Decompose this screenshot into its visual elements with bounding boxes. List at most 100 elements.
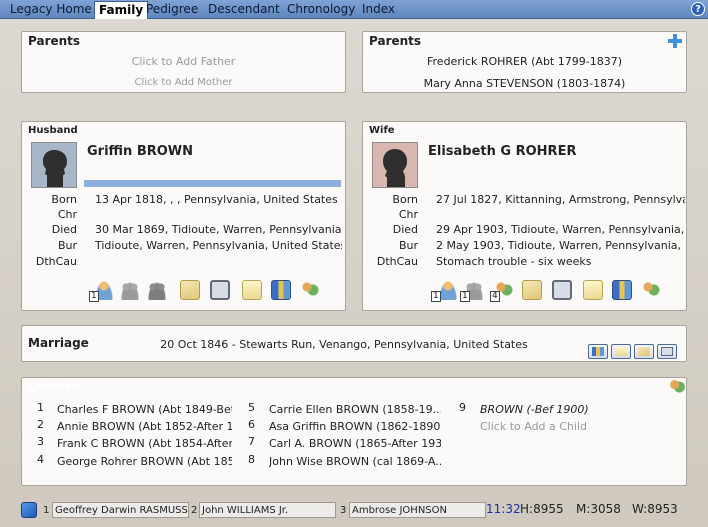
husband-died-value[interactable]: 30 Mar 1869, Tidioute, Warren, Pennsylva…	[95, 223, 342, 236]
notes-icon	[638, 347, 650, 356]
status-bar: 1 Geoffrey Darwin RASMUSSEN 2 John WILLI…	[0, 500, 708, 522]
tab-bar: Legacy Home Family Pedigree Descendant C…	[0, 0, 708, 19]
husband-born-value[interactable]: 13 Apr 1818, , , Pennsylvania, United St…	[95, 193, 342, 206]
marriage-notes-button[interactable]	[634, 344, 654, 359]
status-wife-rin: W:8953	[632, 502, 678, 516]
status-time: 11:32	[486, 502, 521, 516]
wife-dthcau-label: DthCau	[376, 255, 418, 268]
status-husband-rin: H:8955	[520, 502, 564, 516]
female-silhouette-icon	[383, 149, 407, 187]
wife-born-value[interactable]: 27 Jul 1827, Kittanning, Armstrong, Penn…	[436, 193, 685, 206]
wife-parents-count: 1	[431, 291, 441, 302]
husband-parents-panel: Parents Click to Add Father Click to Add…	[21, 31, 346, 93]
marriage-picture-button[interactable]	[657, 344, 677, 359]
wife-title: Wife	[369, 125, 395, 136]
wife-panel: Wife Elisabeth G ROHRER Born 27 Jul 1827…	[362, 121, 687, 311]
child-num: 2	[37, 418, 44, 431]
wife-bur-label: Bur	[398, 239, 418, 252]
picture-icon[interactable]	[210, 280, 230, 300]
children-people-icon[interactable]	[669, 379, 685, 395]
husband-parents-title: Parents	[28, 34, 81, 48]
child-item[interactable]: George Rohrer BROWN (Abt 1856	[57, 455, 232, 468]
child-item[interactable]: John Wise BROWN (cal 1869-A...	[269, 455, 441, 468]
status-slot-1[interactable]: Geoffrey Darwin RASMUSSEN	[52, 502, 189, 518]
husband-panel: Husband Griffin BROWN Born 13 Apr 1818, …	[21, 121, 346, 311]
parents-icon[interactable]	[438, 280, 458, 300]
children-title: Children	[28, 380, 81, 393]
add-mother-link[interactable]: Click to Add Mother	[22, 77, 345, 88]
child-num: 5	[248, 401, 255, 414]
picture-icon[interactable]	[552, 280, 572, 300]
wife-parents-panel: Parents Frederick ROHRER (Abt 1799-1837)…	[362, 31, 687, 93]
slot2-number: 2	[191, 505, 198, 516]
add-father-link[interactable]: Click to Add Father	[22, 55, 345, 68]
add-parents-plus-icon[interactable]	[668, 34, 682, 48]
sources-icon[interactable]	[271, 280, 291, 300]
bookmark-book-icon[interactable]	[21, 502, 37, 518]
husband-bur-label: Bur	[57, 239, 77, 252]
siblings-icon[interactable]	[147, 280, 167, 300]
child-item[interactable]: Asa Griffin BROWN (1862-1890)	[269, 420, 441, 433]
wife-died-label: Died	[392, 223, 418, 236]
child-item[interactable]: Annie BROWN (Abt 1852-After 19	[57, 420, 232, 433]
child-item[interactable]: Frank C BROWN (Abt 1854-After 1	[57, 437, 232, 450]
husband-bur-value[interactable]: Tidioute, Warren, Pennsylvania, United S…	[95, 239, 342, 252]
child-num: 4	[37, 453, 44, 466]
child-item[interactable]: Charles F BROWN (Abt 1849-Bet	[57, 403, 232, 416]
wife-avatar[interactable]	[372, 142, 418, 188]
wife-parents-title: Parents	[369, 34, 422, 48]
child-num: 8	[248, 453, 255, 466]
wife-born-label: Born	[392, 193, 418, 206]
edit-icon[interactable]	[583, 280, 603, 300]
marriage-panel: Marriage 20 Oct 1846 - Stewarts Run, Ven…	[21, 325, 687, 362]
marriage-edit-button[interactable]	[611, 344, 631, 359]
wife-spouses-count: 1	[460, 291, 470, 302]
husband-title: Husband	[28, 125, 78, 136]
wife-father-link[interactable]: Frederick ROHRER (Abt 1799-1837)	[363, 55, 686, 68]
child-num: 7	[248, 435, 255, 448]
wife-died-value[interactable]: 29 Apr 1903, Tidioute, Warren, Pennsylva…	[436, 223, 685, 236]
husband-chr-label: Chr	[57, 208, 77, 221]
husband-parents-count: 1	[89, 291, 99, 302]
wife-mother-link[interactable]: Mary Anna STEVENSON (1803-1874)	[363, 77, 686, 90]
status-slot-2[interactable]: John WILLIAMS Jr.	[199, 502, 336, 518]
child-num: 9	[459, 401, 466, 414]
husband-born-label: Born	[51, 193, 77, 206]
sources-icon[interactable]	[612, 280, 632, 300]
tab-index[interactable]: Index	[358, 1, 399, 18]
tab-descendant[interactable]: Descendant	[204, 1, 284, 18]
notes-icon[interactable]	[180, 280, 200, 300]
tab-family[interactable]: Family	[94, 1, 149, 19]
wife-name[interactable]: Elisabeth G ROHRER	[428, 144, 576, 159]
edit-icon[interactable]	[242, 280, 262, 300]
child-item[interactable]: Carrie Ellen BROWN (1858-19...	[269, 403, 441, 416]
marriage-value[interactable]: 20 Oct 1846 - Stewarts Run, Venango, Pen…	[12, 338, 676, 351]
husband-died-label: Died	[51, 223, 77, 236]
husband-selection-bar	[84, 180, 341, 187]
husband-avatar[interactable]	[31, 142, 77, 188]
tab-legacy-home[interactable]: Legacy Home	[6, 1, 96, 18]
child-item[interactable]: Carl A. BROWN (1865-After 193...	[269, 437, 441, 450]
wife-bur-value[interactable]: 2 May 1903, Tidioute, Warren, Pennsylvan…	[436, 239, 685, 252]
notes-icon[interactable]	[522, 280, 542, 300]
help-icon[interactable]: ?	[691, 2, 705, 16]
edit-icon	[615, 347, 627, 356]
marriage-sources-button[interactable]	[588, 344, 608, 359]
child-item[interactable]: BROWN (-Bef 1900)	[480, 403, 660, 416]
associations-icon[interactable]	[300, 280, 320, 300]
child-num: 3	[37, 435, 44, 448]
wife-dthcau-value[interactable]: Stomach trouble - six weeks	[436, 255, 685, 268]
wife-chr-label: Chr	[398, 208, 418, 221]
associations-icon[interactable]	[641, 280, 661, 300]
child-num: 1	[37, 401, 44, 414]
tab-pedigree[interactable]: Pedigree	[142, 1, 202, 18]
add-child-link[interactable]: Click to Add a Child	[480, 420, 660, 433]
sources-icon	[592, 347, 604, 356]
picture-icon	[661, 347, 673, 356]
status-marriage-rin: M:3058	[576, 502, 621, 516]
husband-name[interactable]: Griffin BROWN	[87, 144, 193, 159]
slot3-number: 3	[340, 505, 347, 516]
tab-chronology[interactable]: Chronology	[283, 1, 359, 18]
status-slot-3[interactable]: Ambrose JOHNSON	[349, 502, 486, 518]
spouses-icon[interactable]	[120, 280, 140, 300]
